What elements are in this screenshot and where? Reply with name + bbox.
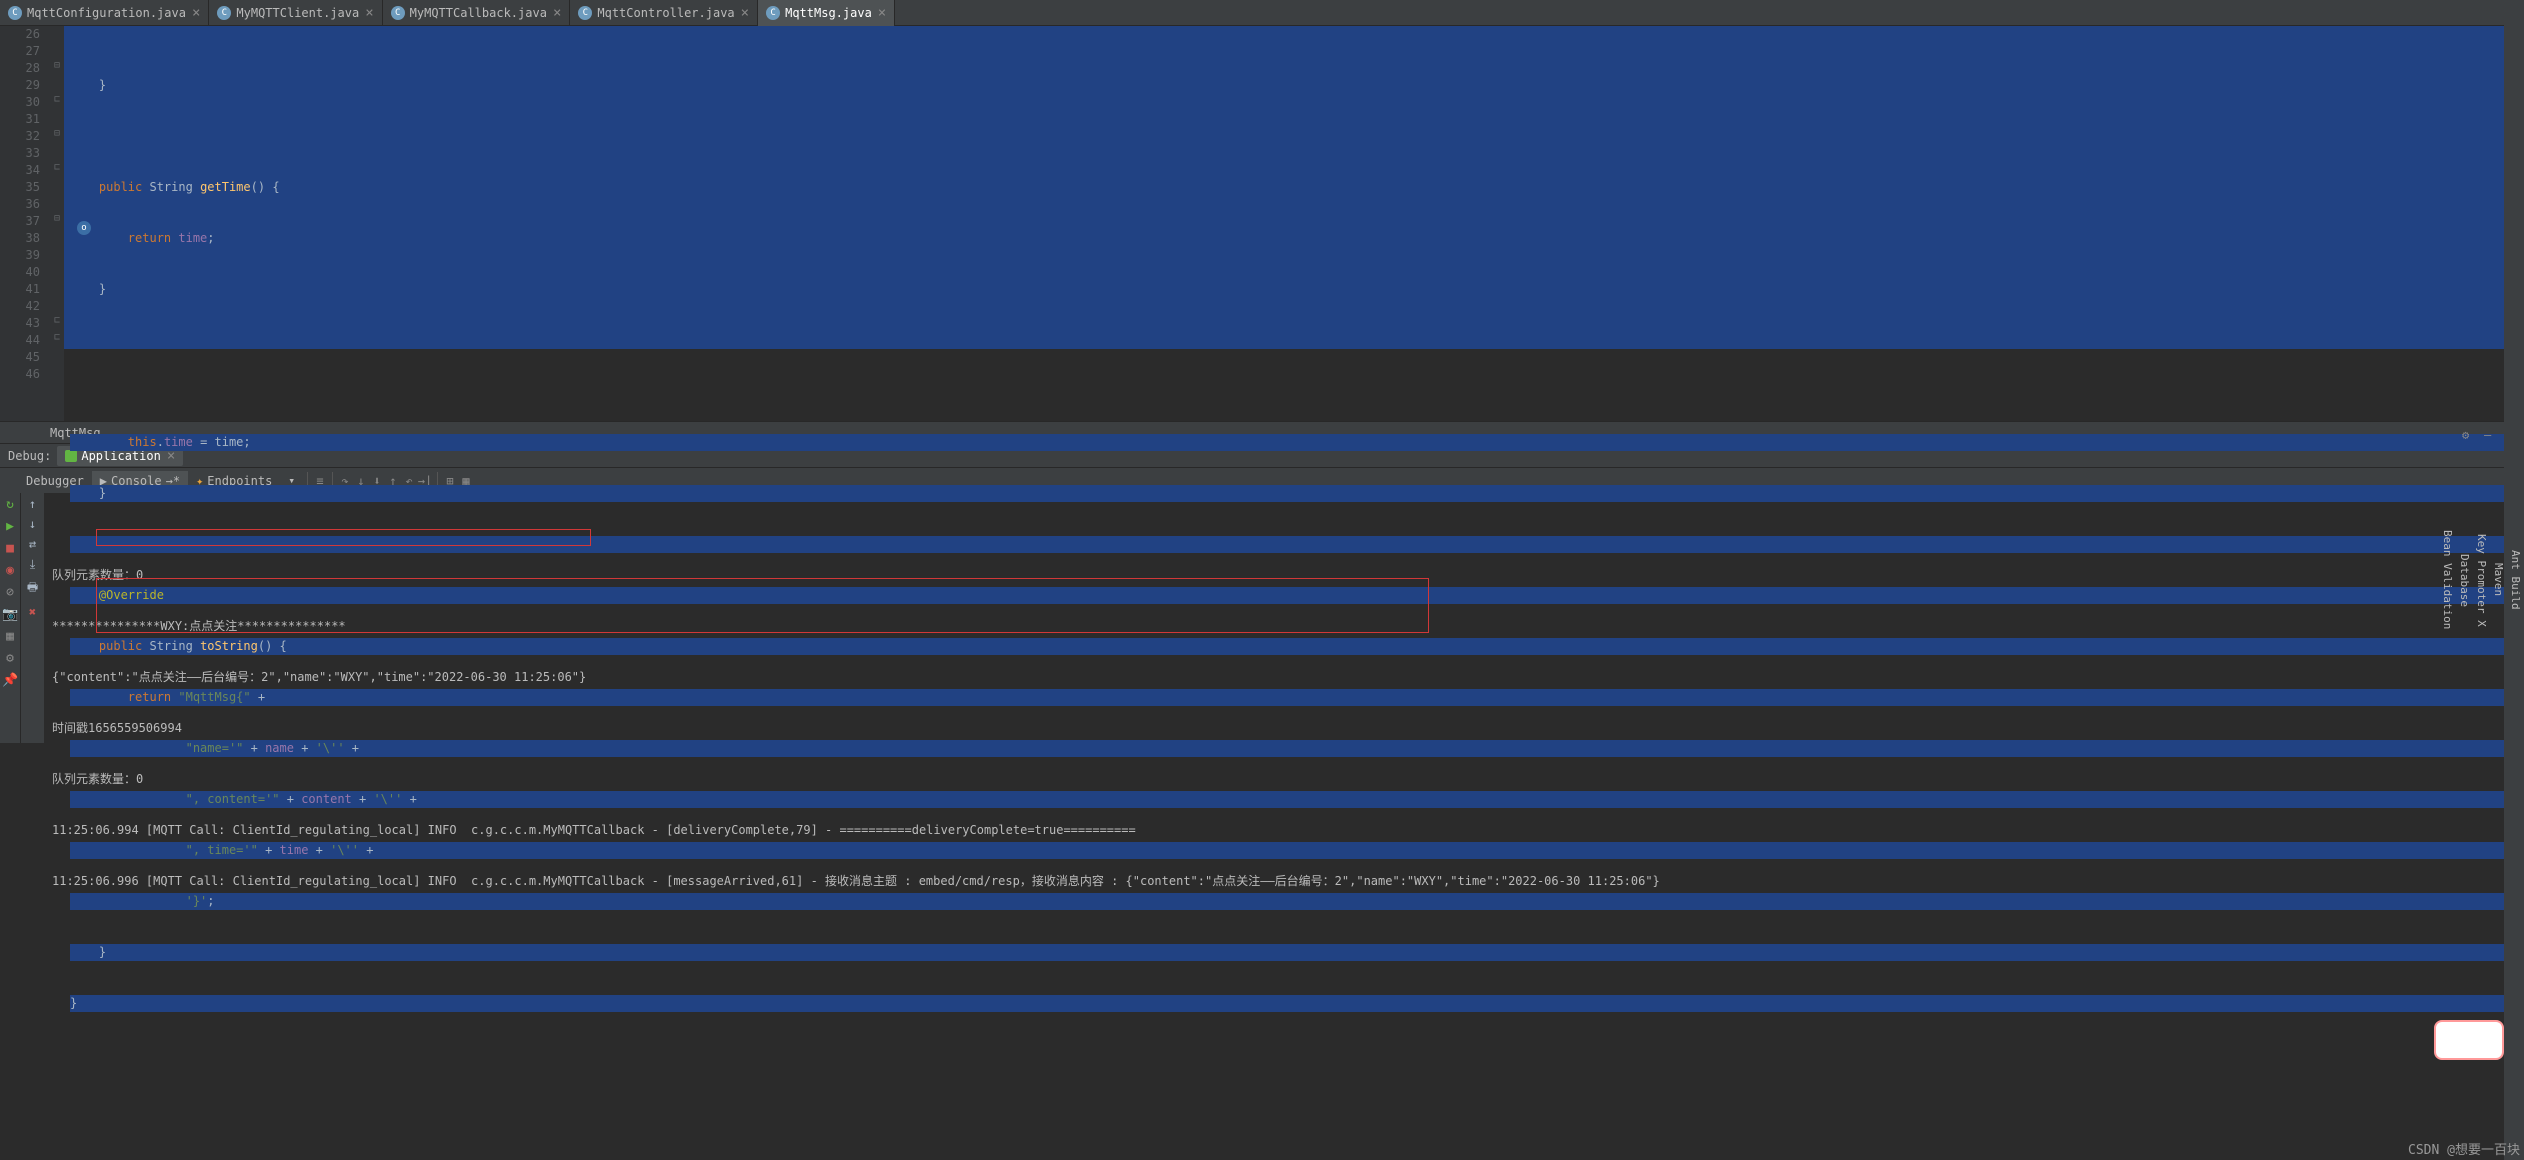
rerun-icon[interactable]: ↻	[2, 497, 18, 513]
close-icon[interactable]: ×	[365, 5, 373, 21]
tab-mqttcontroller[interactable]: CMqttController.java×	[570, 0, 758, 26]
settings-icon[interactable]: ▦	[2, 629, 18, 645]
tool-maven[interactable]: Maven	[2490, 0, 2507, 1160]
java-class-icon: C	[391, 6, 405, 20]
mute-breakpoints-icon[interactable]: ⊘	[2, 585, 18, 601]
tool-ant[interactable]: Ant Build	[2507, 0, 2524, 1160]
up-icon[interactable]: ↑	[29, 497, 36, 511]
tool-database[interactable]: Database	[2456, 0, 2473, 1160]
java-class-icon: C	[766, 6, 780, 20]
get-thread-dump-icon[interactable]: 📷	[2, 607, 18, 623]
soft-wrap-icon[interactable]: ⇄	[29, 537, 36, 551]
tool-keypromoter[interactable]: Key Promoter X	[2473, 0, 2490, 1160]
debug-left-toolbar: ↻ ▶ ■ ◉ ⊘ 📷 ▦ ⚙ 📌	[0, 493, 20, 743]
right-tool-window-bar: Ant Build Maven Key Promoter X Database …	[2504, 0, 2524, 1160]
close-icon[interactable]: ×	[553, 5, 561, 21]
mascot-widget	[2434, 1020, 2504, 1060]
resume-icon[interactable]: ▶	[2, 519, 18, 535]
tab-mqttmsg[interactable]: CMqttMsg.java×	[758, 0, 895, 26]
java-class-icon: C	[217, 6, 231, 20]
console-output[interactable]: 队列元素数量：0 ***************WXY:点点关注********…	[44, 493, 2524, 743]
java-class-icon: C	[8, 6, 22, 20]
pin-icon[interactable]: 📌	[2, 673, 18, 689]
stop-icon[interactable]: ■	[2, 541, 18, 557]
console-panel: ↻ ▶ ■ ◉ ⊘ 📷 ▦ ⚙ 📌 ↑ ↓ ⇄ ⤓ 🖶 ✖ 队列元素数量：0 *…	[0, 493, 2524, 743]
fold-column: ⊟⊏⊟⊏⊟⊏⊏	[50, 26, 64, 421]
debug-label: Debug:	[2, 449, 57, 463]
editor-tabs: CMqttConfiguration.java× CMyMQTTClient.j…	[0, 0, 2524, 26]
tab-mymqttcallback[interactable]: CMyMQTTCallback.java×	[383, 0, 571, 26]
scroll-to-end-icon[interactable]: ⤓	[30, 557, 35, 572]
tab-mymqttclient[interactable]: CMyMQTTClient.java×	[209, 0, 382, 26]
print-icon[interactable]: 🖶	[27, 578, 38, 599]
highlight-box-1	[96, 529, 591, 546]
down-icon[interactable]: ↓	[29, 517, 36, 531]
line-gutter: 2627282930313233343536373839404142434445…	[0, 26, 50, 421]
override-gutter-icon[interactable]	[77, 221, 91, 235]
close-icon[interactable]: ×	[878, 5, 886, 21]
code-content[interactable]: } public String getTime() { return time;…	[64, 26, 2524, 421]
watermark-text: CSDN @想要一百块	[2408, 1139, 2520, 1158]
gear-icon[interactable]: ⚙	[2, 651, 18, 667]
code-editor[interactable]: 2627282930313233343536373839404142434445…	[0, 26, 2524, 421]
tab-mqttconfiguration[interactable]: CMqttConfiguration.java×	[0, 0, 209, 26]
view-breakpoints-icon[interactable]: ◉	[2, 563, 18, 579]
clear-icon[interactable]: ✖	[29, 605, 36, 619]
close-icon[interactable]: ×	[192, 5, 200, 21]
tool-beanvalidation[interactable]: Bean Validation	[2439, 0, 2456, 1160]
console-side-toolbar: ↑ ↓ ⇄ ⤓ 🖶 ✖	[20, 493, 44, 743]
java-class-icon: C	[578, 6, 592, 20]
close-icon[interactable]: ×	[741, 5, 749, 21]
